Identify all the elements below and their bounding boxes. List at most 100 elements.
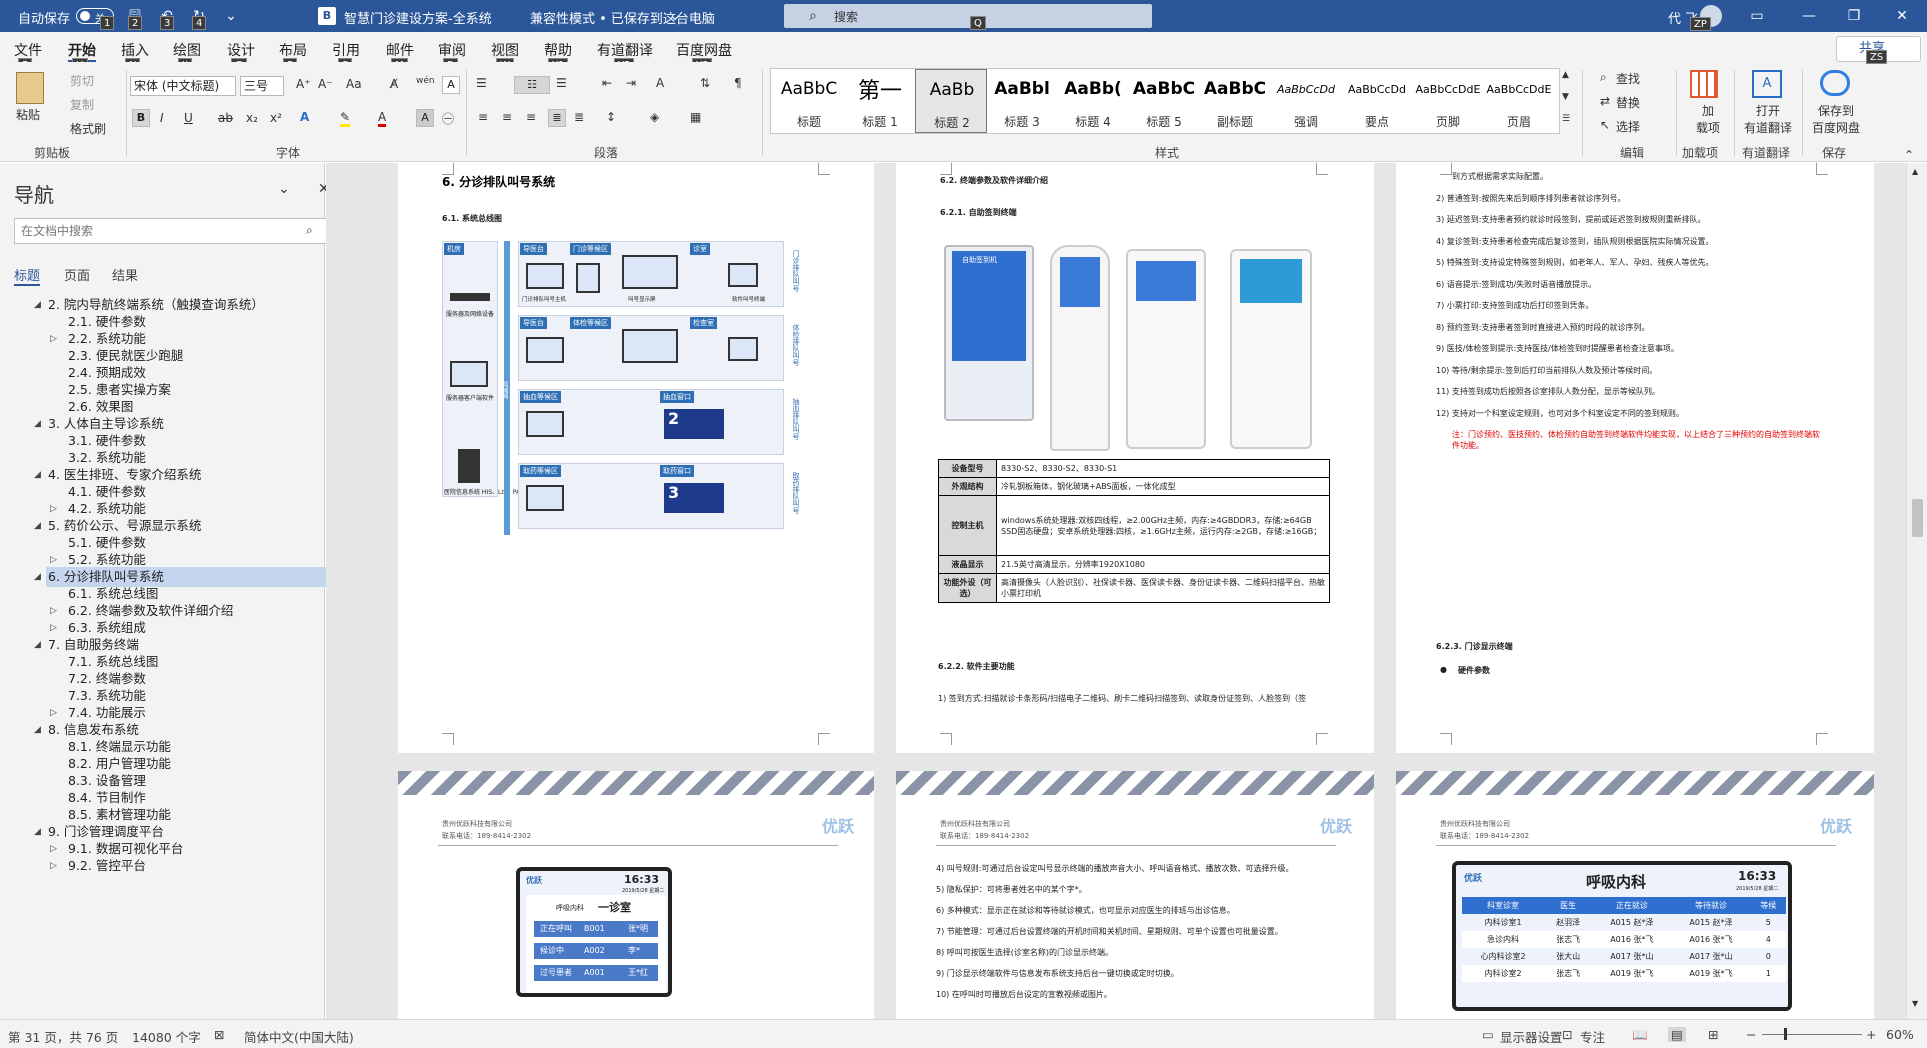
bullets-icon[interactable]: ☰ (476, 76, 487, 90)
youdao-icon[interactable]: A (1752, 70, 1782, 98)
clear-format-icon[interactable]: A̸ (390, 77, 398, 91)
vertical-scrollbar[interactable]: ▲ ▼ (1906, 163, 1927, 1019)
tab-file[interactable]: 文件 (14, 40, 42, 60)
gallery-up-icon[interactable]: ▲ (1562, 70, 1569, 80)
tab-layout[interactable]: 布局 (279, 40, 307, 60)
style-7[interactable]: AaBbCcDd 强调 (1270, 69, 1342, 133)
borders-icon[interactable]: ▦ (690, 110, 701, 124)
char-border-icon[interactable]: A (442, 76, 460, 94)
nav-tab-headings[interactable]: 标题 (14, 265, 41, 286)
tab-design[interactable]: 设计 (227, 40, 255, 60)
grow-font-icon[interactable]: A⁺ (296, 77, 311, 91)
document-area[interactable]: 6. 分诊排队叫号系统 6.1. 系统总线图 机房 服务器及网络设备 服务器客户… (326, 163, 1906, 1019)
paste-icon[interactable] (16, 72, 44, 104)
replace-button[interactable]: 替换 (1616, 94, 1640, 111)
subscript-icon[interactable]: x₂ (246, 111, 258, 125)
shrink-font-icon[interactable]: A⁻ (318, 77, 333, 91)
scroll-up-icon[interactable]: ▲ (1912, 167, 1918, 176)
ribbon-display-icon[interactable]: ▭ (1748, 7, 1766, 25)
addins-icon[interactable] (1690, 70, 1718, 98)
zoom-in-icon[interactable]: + (1866, 1027, 1876, 1042)
gallery-down-icon[interactable]: ▼ (1562, 92, 1569, 102)
char-shading-icon[interactable]: A (416, 109, 434, 127)
font-color-icon[interactable]: A (378, 110, 387, 127)
nav-tab-results[interactable]: 结果 (112, 265, 138, 284)
collapse-icon[interactable]: ◢ (34, 725, 41, 735)
find-button[interactable]: 查找 (1616, 70, 1640, 87)
style-6[interactable]: AaBbC 副标题 (1199, 69, 1271, 133)
collapse-icon[interactable]: ◢ (34, 827, 41, 837)
change-case-icon[interactable]: Aa (346, 77, 362, 91)
nav-tab-pages[interactable]: 页面 (64, 265, 90, 284)
tab-review[interactable]: 审阅 (438, 40, 466, 60)
tab-help[interactable]: 帮助 (544, 40, 572, 60)
tab-draw[interactable]: 绘图 (173, 40, 201, 60)
language[interactable]: 简体中文(中国大陆) (244, 1027, 354, 1046)
asian-layout-icon[interactable]: A (656, 76, 664, 90)
text-effects-icon[interactable]: A (300, 110, 309, 124)
expand-icon[interactable]: ▷ (50, 555, 57, 565)
increase-indent-icon[interactable]: ⇥ (626, 76, 636, 90)
style-4[interactable]: AaBb(标题 4 (1057, 69, 1129, 133)
collapse-icon[interactable]: ◢ (34, 521, 41, 531)
align-center-icon[interactable]: ≡ (502, 110, 512, 124)
scroll-thumb[interactable] (1912, 499, 1923, 537)
style-10[interactable]: AaBbCcDdE 页眉 (1483, 69, 1555, 133)
nav-options-icon[interactable]: ⌄ (278, 181, 290, 197)
collapse-icon[interactable]: ◢ (34, 572, 41, 582)
show-marks-icon[interactable]: ¶ (734, 76, 742, 90)
proofing-icon[interactable]: ⊠ (214, 1027, 224, 1042)
collapse-icon[interactable]: ◢ (34, 640, 41, 650)
line-spacing-icon[interactable]: ↕ (606, 110, 616, 124)
underline-icon[interactable]: U (184, 111, 193, 125)
tab-mailings[interactable]: 邮件 (386, 40, 414, 60)
font-name-dropdown[interactable]: 宋体 (中文标题) (130, 76, 236, 96)
style-9[interactable]: AaBbCcDdE 页脚 (1412, 69, 1484, 133)
zoom-level[interactable]: 60% (1886, 1027, 1914, 1042)
style-3[interactable]: AaBbl 标题 3 (986, 69, 1058, 133)
collapse-icon[interactable]: ◢ (34, 419, 41, 429)
save-baidu-button[interactable]: 保存到 百度网盘 (1812, 102, 1860, 136)
display-settings[interactable]: 显示器设置 (1500, 1027, 1563, 1046)
multilevel-list-icon[interactable]: ☰ (556, 76, 567, 90)
font-size-dropdown[interactable]: 三号 (240, 76, 284, 96)
collapse-icon[interactable]: ◢ (34, 470, 41, 480)
highlight-icon[interactable]: ✎ (340, 110, 351, 127)
search-box[interactable]: ⌕ 搜索 (784, 4, 1152, 28)
superscript-icon[interactable]: x² (270, 111, 282, 125)
numbering-icon[interactable]: ☷ (514, 76, 550, 94)
select-button[interactable]: 选择 (1616, 118, 1640, 135)
nav-search-input[interactable]: 在文档中搜索 (14, 218, 332, 244)
format-painter-button[interactable]: 格式刷 (70, 120, 106, 137)
expand-icon[interactable]: ▷ (50, 606, 57, 616)
baidu-cloud-icon[interactable] (1820, 70, 1850, 96)
chevron-down-icon[interactable]: ⌄ (666, 7, 684, 25)
addins-button[interactable]: 加载项 (1696, 102, 1720, 136)
tab-references[interactable]: 引用 (332, 40, 360, 60)
minimize-icon[interactable]: — (1800, 7, 1818, 25)
expand-icon[interactable]: ▷ (50, 708, 57, 718)
close-icon[interactable]: ✕ (1893, 7, 1911, 25)
style-1[interactable]: 第一 标题 1 (844, 69, 916, 133)
tab-youdao[interactable]: 有道翻译 (597, 40, 653, 60)
enclose-char-icon[interactable]: ㊀ (442, 110, 454, 127)
strikethrough-icon[interactable]: ab (218, 111, 233, 125)
youdao-button[interactable]: 打开 有道翻译 (1744, 102, 1792, 136)
expand-icon[interactable]: ▷ (50, 844, 57, 854)
italic-icon[interactable]: I (160, 111, 164, 125)
customize-toolbar-icon[interactable]: ⌄ (222, 7, 240, 25)
cut-button[interactable]: 剪切 (70, 72, 94, 89)
align-right-icon[interactable]: ≡ (526, 110, 536, 124)
style-0[interactable]: AaBbC 标题 (773, 69, 845, 133)
tab-view[interactable]: 视图 (491, 40, 519, 60)
copy-button[interactable]: 复制 (70, 96, 94, 113)
expand-icon[interactable]: ▷ (50, 334, 57, 344)
tab-baidu[interactable]: 百度网盘 (676, 40, 732, 60)
document-mode[interactable]: 兼容性模式 • 已保存到这台电脑 (530, 8, 715, 27)
distribute-icon[interactable]: ≣ (574, 110, 584, 124)
word-count[interactable]: 14080 个字 (132, 1027, 201, 1046)
style-5[interactable]: AaBbC 标题 5 (1128, 69, 1200, 133)
page-count[interactable]: 第 31 页，共 76 页 (8, 1027, 118, 1046)
expand-icon[interactable]: ▷ (50, 623, 57, 633)
style-8[interactable]: AaBbCcDd 要点 (1341, 69, 1413, 133)
